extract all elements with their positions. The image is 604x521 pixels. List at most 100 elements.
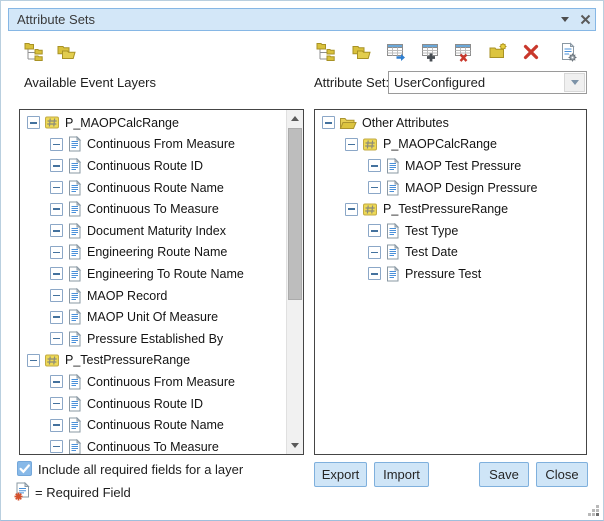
tree-item[interactable]: MAOP Record <box>20 285 286 307</box>
remove-table-button[interactable] <box>453 41 475 63</box>
delete-icon <box>521 42 541 62</box>
tree-collapse-box[interactable] <box>50 246 63 259</box>
scroll-down-button[interactable] <box>287 437 303 454</box>
tree-item-label: MAOP Record <box>87 289 167 303</box>
include-required-fields-checkbox[interactable] <box>17 461 32 476</box>
tree-item[interactable]: Pressure Established By <box>20 328 286 350</box>
new-attribute-set-button[interactable] <box>487 41 509 63</box>
arrow-up-icon <box>291 116 299 121</box>
tree-collapse-box[interactable] <box>368 181 381 194</box>
tree-item[interactable]: Continuous Route Name <box>20 414 286 436</box>
tree-collapse-box[interactable] <box>322 116 335 129</box>
tree-collapse-box[interactable] <box>345 138 358 151</box>
properties-button[interactable] <box>557 41 579 63</box>
delete-button[interactable] <box>520 41 542 63</box>
close-button[interactable] <box>575 10 595 29</box>
field-icon <box>67 439 82 455</box>
available-layers-panel: P_MAOPCalcRangeContinuous From MeasureCo… <box>19 109 304 455</box>
tree-collapse-box[interactable] <box>368 246 381 259</box>
tree-collapse-box[interactable] <box>50 181 63 194</box>
tree-collapse-box[interactable] <box>50 419 63 432</box>
field-icon <box>67 309 82 325</box>
tree-item[interactable]: Continuous From Measure <box>20 371 286 393</box>
tree-item[interactable]: P_TestPressureRange <box>20 350 286 372</box>
resize-grip[interactable] <box>587 504 600 517</box>
tree-collapse-box[interactable] <box>50 332 63 345</box>
field-icon <box>67 136 82 152</box>
tree-item-label: Continuous To Measure <box>87 202 219 216</box>
tree-collapse-box[interactable] <box>345 203 358 216</box>
field-icon <box>385 223 400 239</box>
tree-collapse-box[interactable] <box>368 159 381 172</box>
tree-item[interactable]: Engineering To Route Name <box>20 263 286 285</box>
include-required-fields-label: Include all required fields for a layer <box>38 462 243 477</box>
close-icon <box>580 14 591 25</box>
import-button[interactable]: Import <box>374 462 429 487</box>
attribute-set-tree: Other AttributesP_MAOPCalcRangeMAOP Test… <box>315 110 586 454</box>
tree-collapse-box[interactable] <box>50 138 63 151</box>
tree-item[interactable]: Continuous From Measure <box>20 134 286 156</box>
required-field-icon <box>13 482 32 506</box>
table-remove-icon <box>454 42 474 62</box>
minus-icon <box>371 165 378 167</box>
arrow-down-icon <box>291 443 299 448</box>
expand-set-tree-button[interactable] <box>315 41 337 63</box>
tree-item[interactable]: P_MAOPCalcRange <box>315 134 586 156</box>
tree-collapse-box[interactable] <box>368 224 381 237</box>
tree-collapse-box[interactable] <box>50 440 63 453</box>
tree-collapse-box[interactable] <box>50 289 63 302</box>
tree-item[interactable]: Test Type <box>315 220 586 242</box>
tree-item[interactable]: Continuous Route ID <box>20 155 286 177</box>
tree-collapse-box[interactable] <box>50 203 63 216</box>
tree-item-label: Engineering To Route Name <box>87 267 244 281</box>
tree-item[interactable]: Other Attributes <box>315 112 586 134</box>
tree-item[interactable]: Engineering Route Name <box>20 242 286 264</box>
tree-collapse-box[interactable] <box>50 311 63 324</box>
expand-layers-tree-button[interactable] <box>23 41 45 63</box>
open-folder-button[interactable] <box>55 41 77 63</box>
minus-icon <box>53 144 60 146</box>
tree-collapse-box[interactable] <box>50 375 63 388</box>
tree-collapse-box[interactable] <box>27 354 40 367</box>
scrollbar-thumb[interactable] <box>288 128 302 300</box>
tree-item[interactable]: P_MAOPCalcRange <box>20 112 286 134</box>
tree-item[interactable]: Pressure Test <box>315 263 586 285</box>
attribute-set-dropdown[interactable]: UserConfigured <box>388 71 587 94</box>
field-icon <box>67 180 82 196</box>
field-icon <box>67 374 82 390</box>
tree-item-label: Continuous From Measure <box>87 137 235 151</box>
add-table-button[interactable] <box>420 41 442 63</box>
tree-collapse-box[interactable] <box>50 267 63 280</box>
save-button[interactable]: Save <box>479 462 529 487</box>
tree-item[interactable]: Continuous To Measure <box>20 198 286 220</box>
tree-collapse-box[interactable] <box>50 159 63 172</box>
close-dialog-button[interactable]: Close <box>536 462 588 487</box>
tree-item[interactable]: Continuous To Measure <box>20 436 286 455</box>
tree-item[interactable]: Document Maturity Index <box>20 220 286 242</box>
tree-collapse-box[interactable] <box>50 397 63 410</box>
tree-item[interactable]: Continuous Route Name <box>20 177 286 199</box>
tree-item[interactable]: MAOP Unit Of Measure <box>20 306 286 328</box>
minus-icon <box>325 122 332 124</box>
tree-collapse-box[interactable] <box>27 116 40 129</box>
open-set-folder-button[interactable] <box>350 41 372 63</box>
table-add-icon <box>421 42 441 62</box>
export-table-button[interactable] <box>385 41 407 63</box>
minus-icon <box>53 252 60 254</box>
attribute-sets-dialog: Attribute Sets <box>0 0 604 521</box>
tree-item[interactable]: Test Date <box>315 242 586 264</box>
tree-collapse-box[interactable] <box>368 267 381 280</box>
report-settings-icon <box>558 42 578 62</box>
export-button[interactable]: Export <box>314 462 367 487</box>
tree-item[interactable]: P_TestPressureRange <box>315 198 586 220</box>
collapse-button[interactable] <box>555 10 575 29</box>
tree-item[interactable]: MAOP Design Pressure <box>315 177 586 199</box>
tree-item[interactable]: MAOP Test Pressure <box>315 155 586 177</box>
vertical-scrollbar[interactable] <box>286 110 303 454</box>
field-icon <box>385 158 400 174</box>
tree-item[interactable]: Continuous Route ID <box>20 393 286 415</box>
tree-collapse-box[interactable] <box>50 224 63 237</box>
checkmark-icon <box>18 462 31 475</box>
dropdown-button[interactable] <box>564 73 585 92</box>
scroll-up-button[interactable] <box>287 110 303 127</box>
